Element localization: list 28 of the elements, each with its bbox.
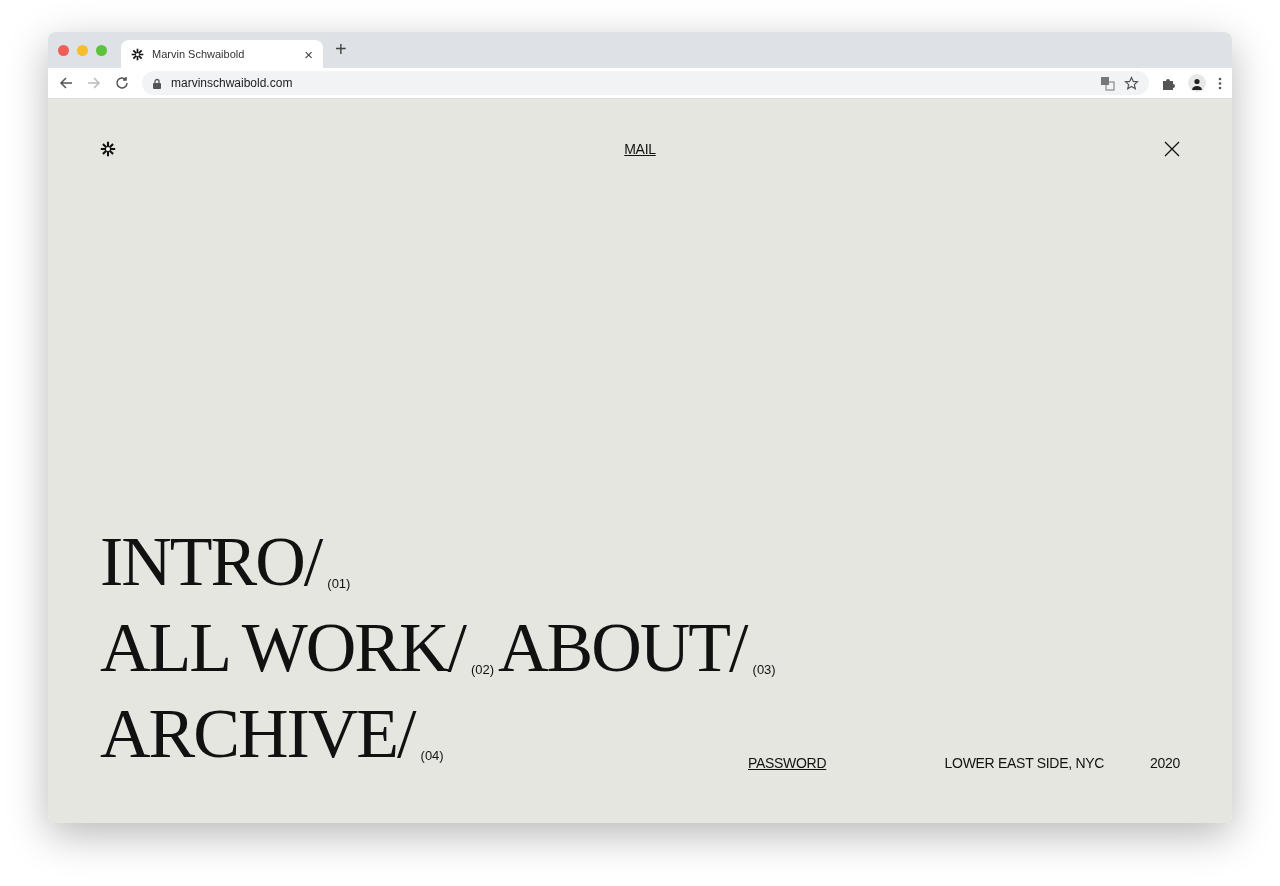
nav-link[interactable]: ABOUT/ bbox=[494, 605, 753, 691]
close-tab-button[interactable]: × bbox=[304, 45, 313, 63]
browser-tab[interactable]: Marvin Schwaibold × bbox=[121, 40, 323, 68]
nav-index: (02) bbox=[471, 662, 495, 677]
location-text: LOWER EAST SIDE, NYC bbox=[943, 755, 1106, 771]
password-link[interactable]: PASSWORD bbox=[748, 755, 918, 771]
nav-index: (03) bbox=[752, 662, 776, 677]
nav-index: (04) bbox=[420, 748, 444, 763]
asterisk-logo-icon bbox=[100, 141, 116, 157]
year-text: 2020 bbox=[1150, 755, 1180, 771]
nav-link[interactable]: ARCHIVE/ bbox=[96, 691, 421, 777]
mail-link[interactable]: MAIL bbox=[624, 141, 656, 157]
back-arrow-icon[interactable] bbox=[58, 75, 74, 91]
star-icon[interactable] bbox=[1124, 75, 1139, 91]
nav-index: (01) bbox=[327, 576, 351, 591]
lock-icon bbox=[152, 77, 162, 89]
menu-icon[interactable] bbox=[1218, 75, 1222, 91]
asterisk-logo-icon bbox=[131, 47, 144, 61]
tab-title: Marvin Schwaibold bbox=[152, 48, 246, 60]
reload-icon[interactable] bbox=[114, 75, 130, 91]
new-tab-button[interactable]: + bbox=[335, 37, 347, 61]
close-window-button[interactable] bbox=[58, 44, 69, 56]
avatar-icon[interactable] bbox=[1188, 74, 1206, 92]
translate-icon[interactable] bbox=[1100, 75, 1115, 91]
nav-link[interactable]: INTRO/ bbox=[96, 519, 328, 605]
close-icon[interactable] bbox=[1164, 141, 1180, 157]
address-bar[interactable]: marvinschwaibold.com bbox=[142, 71, 1149, 95]
nav-link[interactable]: ALL WORK/ bbox=[96, 605, 472, 691]
